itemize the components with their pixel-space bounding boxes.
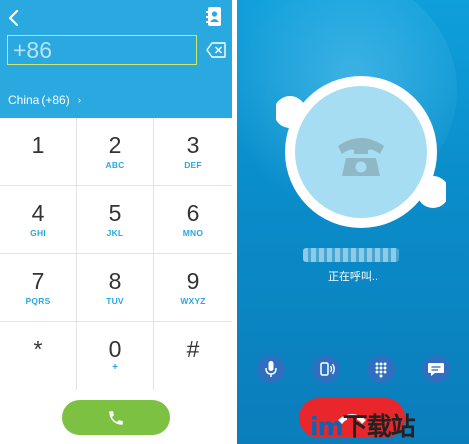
key-letters: GHI <box>30 228 46 238</box>
watermark-text: im下载站 <box>310 407 416 443</box>
mute-button[interactable] <box>257 355 285 383</box>
key-digit: 8 <box>108 268 122 294</box>
key-digit: 5 <box>108 200 122 226</box>
key-letters: WXYZ <box>180 296 206 306</box>
chevron-right-icon: › <box>77 94 82 106</box>
call-button[interactable] <box>62 400 170 435</box>
back-button[interactable] <box>6 8 22 28</box>
key-digit: 2 <box>108 132 122 158</box>
dial-keypad: 1 2 ABC 3 DEF 4 GHI 5 JKL 6 MNO 7 PQRS 8 <box>0 118 232 390</box>
calling-screen: ••••••••••••••• 正在呼叫.. <box>237 0 469 444</box>
key-letters: TUV <box>106 296 124 306</box>
country-code: (+86) <box>41 93 70 107</box>
dialpad-button[interactable] <box>367 355 395 383</box>
key-3[interactable]: 3 DEF <box>154 118 232 186</box>
key-digit: * <box>33 336 43 362</box>
key-7[interactable]: 7 PQRS <box>0 254 77 322</box>
key-0[interactable]: 0 + <box>77 322 154 390</box>
backspace-button[interactable] <box>206 42 226 58</box>
chat-icon <box>428 363 444 376</box>
key-digit: # <box>186 336 200 362</box>
key-letters: MNO <box>182 228 204 238</box>
key-5[interactable]: 5 JKL <box>77 186 154 254</box>
back-chevron-icon <box>8 9 19 27</box>
country-selector[interactable]: China (+86) › <box>8 92 81 108</box>
key-6[interactable]: 6 MNO <box>154 186 232 254</box>
microphone-icon <box>265 361 277 377</box>
speaker-button[interactable] <box>312 355 340 383</box>
contact-avatar <box>274 68 449 233</box>
key-letters: ABC <box>105 160 125 170</box>
key-digit: 0 <box>108 336 122 362</box>
contact-name-blurred: ••••••••••••••• <box>303 248 399 262</box>
key-letters: + <box>112 362 118 373</box>
key-star[interactable]: * <box>0 322 77 390</box>
contacts-book-icon <box>206 7 221 26</box>
phone-icon <box>109 411 123 425</box>
key-letters: JKL <box>106 228 124 238</box>
key-digit: 7 <box>31 268 45 294</box>
watermark-prefix: im <box>310 412 344 441</box>
backspace-icon <box>206 42 226 58</box>
call-status-text: 正在呼叫.. <box>327 271 379 283</box>
speaker-icon <box>320 362 335 376</box>
watermark-suffix: 下载站 <box>342 412 416 441</box>
key-letters: PQRS <box>25 296 51 306</box>
site-watermark: im下载站 <box>302 404 466 442</box>
country-name: China <box>8 93 40 107</box>
key-8[interactable]: 8 TUV <box>77 254 154 322</box>
chat-button[interactable] <box>422 355 450 383</box>
key-9[interactable]: 9 WXYZ <box>154 254 232 322</box>
key-letters: DEF <box>184 160 202 170</box>
contacts-button[interactable] <box>205 6 223 28</box>
key-digit: 6 <box>186 200 200 226</box>
key-digit: 3 <box>186 132 200 158</box>
key-digit: 1 <box>31 132 45 158</box>
dialer-header: China (+86) › <box>0 0 232 118</box>
key-digit: 4 <box>31 200 45 226</box>
dialer-screen: China (+86) › 1 2 ABC 3 DEF 4 GHI 5 JKL … <box>0 0 232 444</box>
dialpad-icon <box>375 362 387 378</box>
key-2[interactable]: 2 ABC <box>77 118 154 186</box>
key-1[interactable]: 1 <box>0 118 77 186</box>
key-4[interactable]: 4 GHI <box>0 186 77 254</box>
key-digit: 9 <box>186 268 200 294</box>
key-hash[interactable]: # <box>154 322 232 390</box>
phone-number-input[interactable] <box>7 35 197 65</box>
